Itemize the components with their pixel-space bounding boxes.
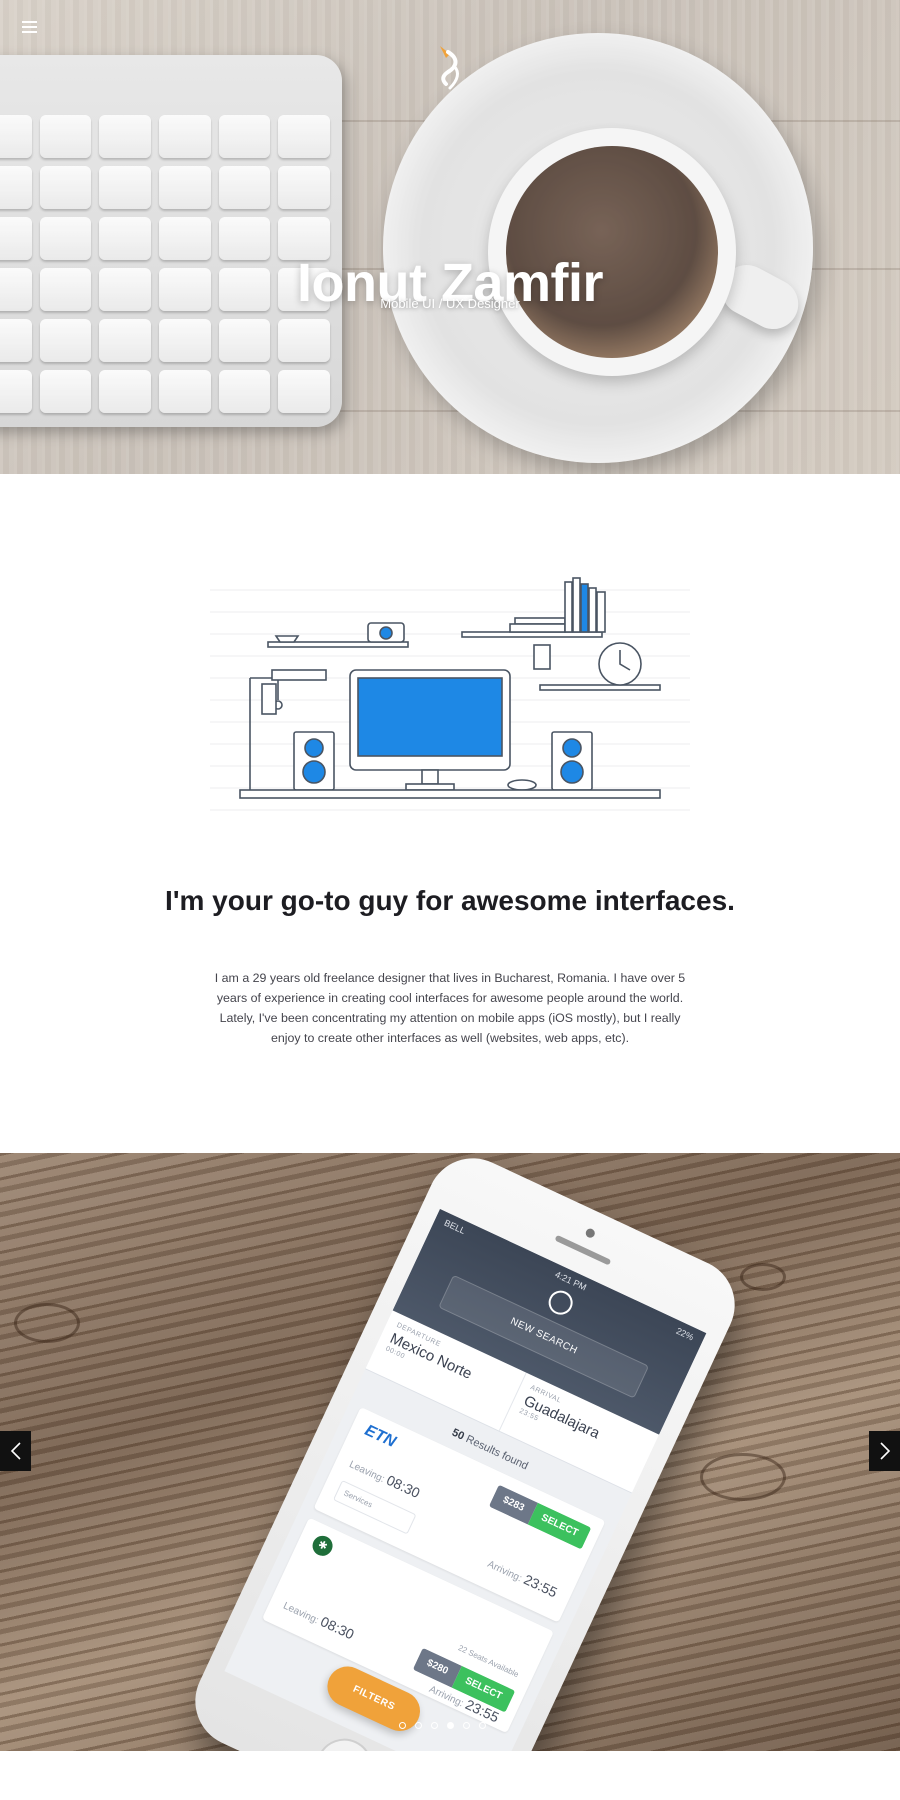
project-slider[interactable]: BELL 4:21 PM 22% NEW SEARCH DEPARTURE Me… [0,1153,900,1751]
select-button: SELECT [527,1502,592,1550]
slider-pagination [0,1722,900,1729]
logo-icon[interactable] [436,44,466,96]
slider-prev-button[interactable] [0,1431,31,1471]
slider-dot[interactable] [446,1722,454,1729]
status-battery: 22% [674,1325,696,1343]
bus-company-logo-icon: ✱ [309,1532,336,1560]
workspace-illustration [210,577,690,811]
phone-screen: BELL 4:21 PM 22% NEW SEARCH DEPARTURE Me… [224,1208,707,1751]
chevron-left-icon [10,1442,21,1460]
arriving-time: 23:55 [521,1571,560,1601]
slider-dot[interactable] [494,1722,502,1729]
slider-dot[interactable] [430,1722,438,1729]
slider-next-button[interactable] [869,1431,900,1471]
front-camera [584,1227,597,1240]
hero-section: Ionut Zamfir Mobile UI / UX Designer [0,0,900,474]
about-heading: I'm your go-to guy for awesome interface… [165,885,735,916]
slider-dot[interactable] [478,1722,486,1729]
slider-dot[interactable] [462,1722,470,1729]
leaving-time: 08:30 [384,1471,423,1502]
etn-logo: ETN [362,1421,399,1451]
leaving-label: Leaving: [347,1459,387,1486]
slider-dot[interactable] [398,1722,406,1729]
chevron-right-icon [879,1442,890,1460]
wood-knot [14,1303,80,1343]
results-count: 50 [449,1426,467,1443]
hero-role: Mobile UI / UX Designer [380,296,520,311]
wood-knot [700,1453,786,1501]
status-time: 4:21 PM [553,1269,589,1293]
arriving-label: Arriving: [485,1558,524,1585]
phone-speaker [554,1234,612,1266]
leaving-time: 08:30 [318,1613,357,1643]
iphone-mockup: BELL 4:21 PM 22% NEW SEARCH DEPARTURE Me… [180,1153,750,1751]
leaving-info: Leaving: 08:30 [281,1596,356,1642]
wood-knot [740,1263,786,1291]
status-carrier: BELL [442,1217,467,1236]
hamburger-menu-icon[interactable] [22,21,37,33]
leaving-label: Leaving: [281,1600,321,1627]
about-text: I am a 29 years old freelance designer t… [214,971,686,1045]
slider-dot[interactable] [414,1722,422,1729]
arriving-info: Arriving: 23:55 [486,1554,560,1600]
